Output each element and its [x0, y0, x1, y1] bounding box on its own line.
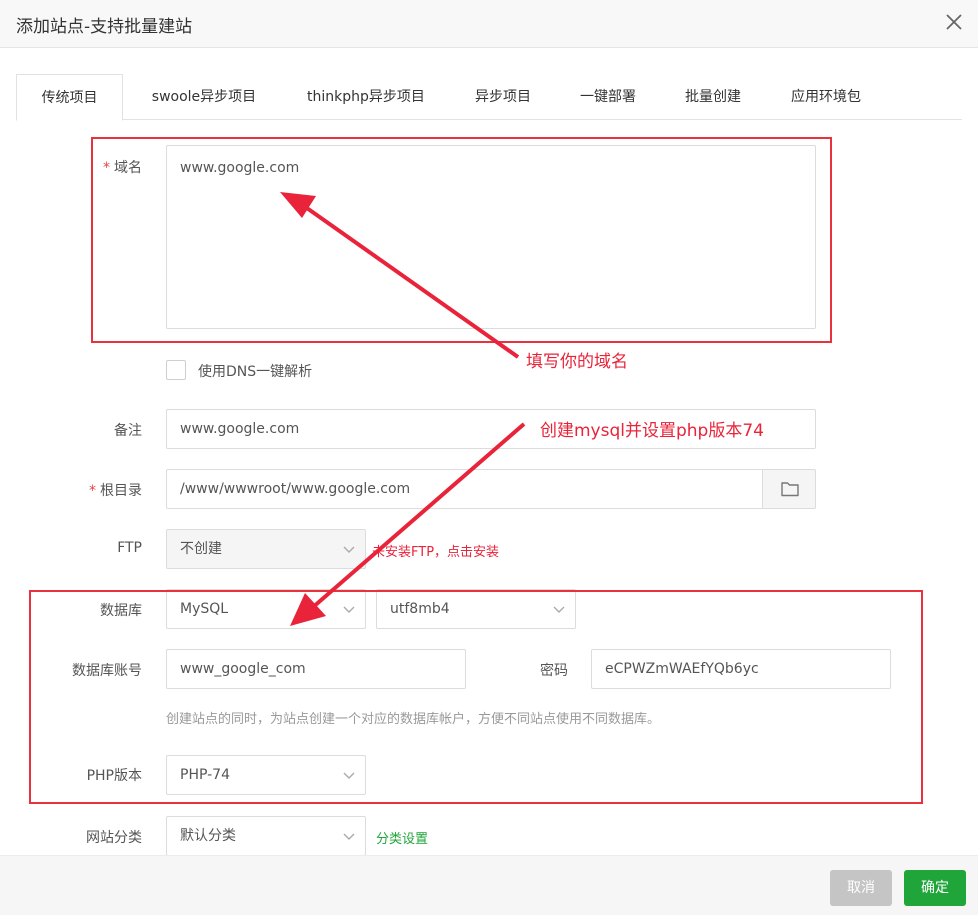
ftp-select[interactable]: 不创建: [166, 529, 366, 569]
category-label: 网站分类: [86, 830, 142, 846]
domain-textarea[interactable]: www.google.com: [166, 145, 816, 329]
required-mark: *: [103, 160, 110, 176]
tab-thinkphp-project[interactable]: thinkphp异步项目: [291, 74, 441, 120]
category-settings-link[interactable]: 分类设置: [376, 828, 428, 847]
chevron-down-icon: [343, 606, 355, 613]
tab-app-env-package[interactable]: 应用环境包: [776, 74, 876, 120]
confirm-button[interactable]: 确定: [904, 870, 966, 906]
database-type-select[interactable]: MySQL: [166, 589, 366, 629]
chevron-down-icon: [343, 546, 355, 553]
tab-traditional-project[interactable]: 传统项目: [16, 74, 123, 121]
php-version-select[interactable]: PHP-74: [166, 755, 366, 795]
tab-batch-create[interactable]: 批量创建: [671, 74, 755, 120]
folder-button[interactable]: [762, 469, 816, 509]
db-password-label: 密码: [540, 663, 568, 679]
close-icon[interactable]: [942, 10, 966, 34]
required-mark: *: [89, 483, 96, 499]
db-account-label: 数据库账号: [72, 663, 142, 679]
arrow-mysql: [310, 422, 526, 610]
domain-label: * 域名: [103, 160, 142, 176]
chevron-down-icon: [553, 606, 565, 613]
dns-checkbox[interactable]: [166, 360, 186, 380]
dialog-titlebar: 添加站点-支持批量建站: [0, 0, 978, 48]
ftp-label: FTP: [117, 540, 142, 556]
dialog-title: 添加站点-支持批量建站: [16, 17, 193, 37]
chevron-down-icon: [343, 772, 355, 779]
cancel-button[interactable]: 取消: [830, 870, 892, 906]
tab-bar: 传统项目 swoole异步项目 thinkphp异步项目 异步项目 一键部署 批…: [16, 74, 962, 121]
db-password-input[interactable]: eCPWZmWAEfYQb6yc: [591, 649, 891, 689]
tab-async-project[interactable]: 异步项目: [461, 74, 545, 120]
php-label: PHP版本: [86, 768, 142, 784]
database-charset-select[interactable]: utf8mb4: [376, 589, 576, 629]
db-hint: 创建站点的同时，为站点创建一个对应的数据库帐户，方便不同站点使用不同数据库。: [166, 712, 661, 727]
annotation-arrows: [280, 192, 526, 626]
dns-label: 使用DNS一键解析: [198, 364, 313, 380]
db-account-input[interactable]: www_google_com: [166, 649, 466, 689]
annotation-domain-note: 填写你的域名: [526, 352, 628, 372]
remark-label: 备注: [114, 423, 142, 439]
root-label: * 根目录: [89, 483, 142, 499]
category-select[interactable]: 默认分类: [166, 816, 366, 856]
ftp-install-notice[interactable]: 未安装FTP，点击安装: [372, 541, 499, 560]
root-input[interactable]: /www/wwwroot/www.google.com: [166, 469, 763, 509]
database-label: 数据库: [100, 603, 142, 619]
annotation-mysql-note: 创建mysql并设置php版本74: [540, 421, 764, 441]
tab-one-click-deploy[interactable]: 一键部署: [566, 74, 650, 120]
chevron-down-icon: [343, 833, 355, 840]
folder-icon: [781, 482, 799, 497]
tab-swoole-project[interactable]: swoole异步项目: [136, 74, 272, 120]
